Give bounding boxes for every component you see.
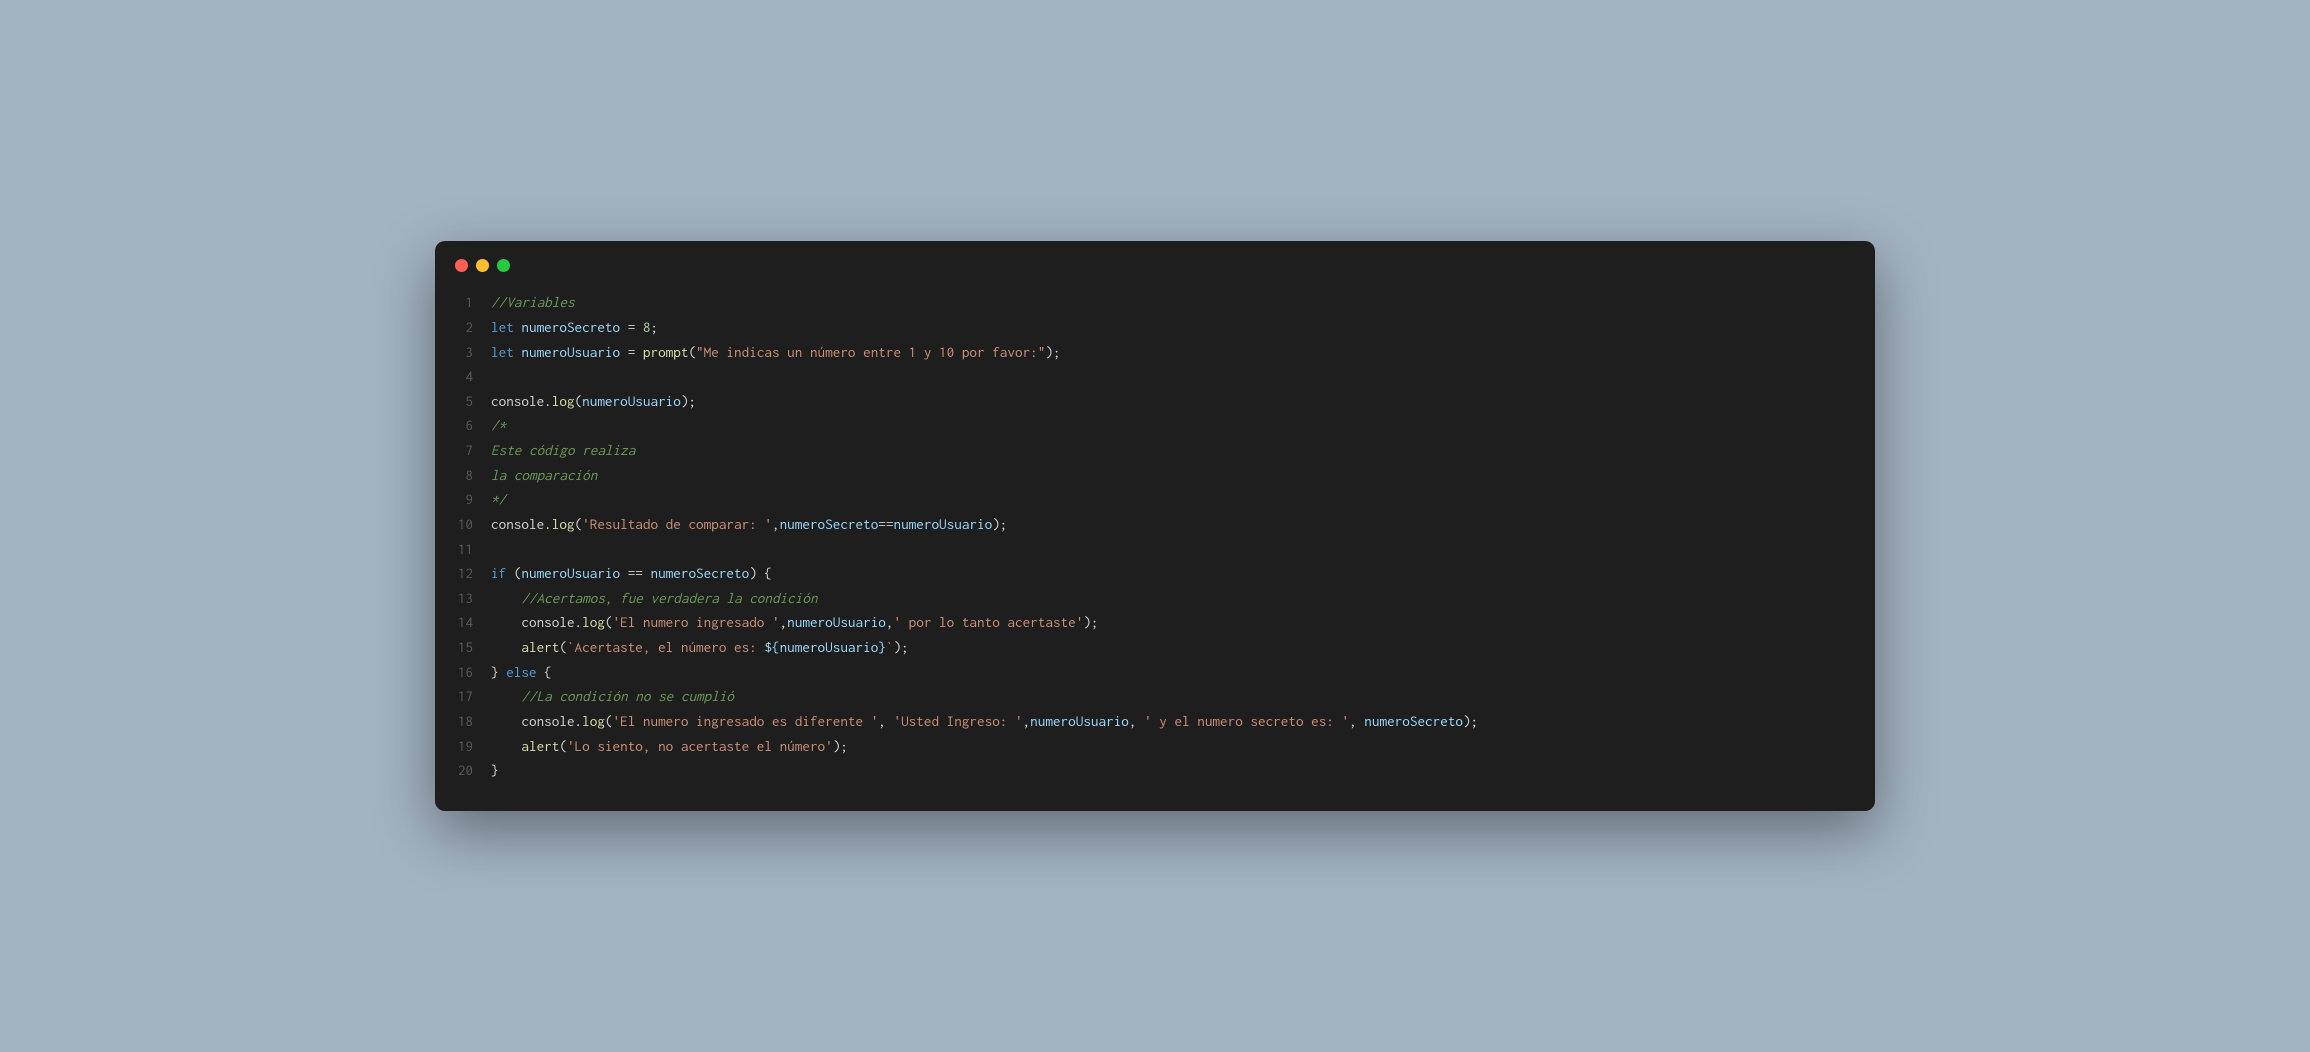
code-line: 4 bbox=[435, 364, 1875, 389]
line-number: 17 bbox=[435, 684, 491, 709]
line-number: 19 bbox=[435, 734, 491, 759]
line-code: let numeroUsuario = prompt("Me indicas u… bbox=[491, 340, 1061, 365]
line-number: 2 bbox=[435, 315, 491, 340]
line-code: */ bbox=[491, 487, 506, 512]
line-code: console.log('El numero ingresado es dife… bbox=[491, 709, 1478, 734]
line-code: /* bbox=[491, 413, 506, 438]
line-number: 10 bbox=[435, 512, 491, 537]
close-button[interactable] bbox=[455, 259, 468, 272]
line-number: 13 bbox=[435, 586, 491, 611]
line-number: 5 bbox=[435, 389, 491, 414]
line-code: console.log('El numero ingresado ',numer… bbox=[491, 610, 1099, 635]
code-line: 11 bbox=[435, 537, 1875, 562]
minimize-button[interactable] bbox=[476, 259, 489, 272]
line-code: Este código realiza bbox=[491, 438, 635, 463]
line-number: 8 bbox=[435, 463, 491, 488]
code-line: 7Este código realiza bbox=[435, 438, 1875, 463]
line-number: 14 bbox=[435, 610, 491, 635]
code-content[interactable]: 1//Variables2let numeroSecreto = 8;3let … bbox=[435, 284, 1875, 811]
line-code: //Acertamos, fue verdadera la condición bbox=[491, 586, 818, 611]
line-code: //La condición no se cumplió bbox=[491, 684, 734, 709]
line-number: 16 bbox=[435, 660, 491, 685]
code-line: 20} bbox=[435, 758, 1875, 783]
line-number: 11 bbox=[435, 537, 491, 562]
code-line: 18 console.log('El numero ingresado es d… bbox=[435, 709, 1875, 734]
line-number: 9 bbox=[435, 487, 491, 512]
line-number: 12 bbox=[435, 561, 491, 586]
line-number: 3 bbox=[435, 340, 491, 365]
code-line: 1//Variables bbox=[435, 290, 1875, 315]
line-code: //Variables bbox=[491, 290, 575, 315]
code-line: 14 console.log('El numero ingresado ',nu… bbox=[435, 610, 1875, 635]
line-number: 20 bbox=[435, 758, 491, 783]
code-line: 12if (numeroUsuario == numeroSecreto) { bbox=[435, 561, 1875, 586]
code-line: 6/* bbox=[435, 413, 1875, 438]
line-code: } else { bbox=[491, 660, 552, 685]
line-code bbox=[491, 537, 499, 562]
code-editor-window: 1//Variables2let numeroSecreto = 8;3let … bbox=[435, 241, 1875, 811]
code-line: 2let numeroSecreto = 8; bbox=[435, 315, 1875, 340]
line-code: alert(`Acertaste, el número es: ${numero… bbox=[491, 635, 909, 660]
code-line: 5console.log(numeroUsuario); bbox=[435, 389, 1875, 414]
code-line: 10console.log('Resultado de comparar: ',… bbox=[435, 512, 1875, 537]
window-titlebar bbox=[435, 241, 1875, 284]
code-line: 3let numeroUsuario = prompt("Me indicas … bbox=[435, 340, 1875, 365]
line-number: 4 bbox=[435, 364, 491, 389]
line-number: 6 bbox=[435, 413, 491, 438]
line-number: 1 bbox=[435, 290, 491, 315]
line-code: console.log(numeroUsuario); bbox=[491, 389, 696, 414]
code-line: 8la comparación bbox=[435, 463, 1875, 488]
line-number: 7 bbox=[435, 438, 491, 463]
code-line: 17 //La condición no se cumplió bbox=[435, 684, 1875, 709]
line-code: la comparación bbox=[491, 463, 597, 488]
code-line: 15 alert(`Acertaste, el número es: ${num… bbox=[435, 635, 1875, 660]
code-line: 13 //Acertamos, fue verdadera la condici… bbox=[435, 586, 1875, 611]
line-code: if (numeroUsuario == numeroSecreto) { bbox=[491, 561, 772, 586]
code-line: 9*/ bbox=[435, 487, 1875, 512]
line-code bbox=[491, 364, 499, 389]
line-code: console.log('Resultado de comparar: ',nu… bbox=[491, 512, 1007, 537]
maximize-button[interactable] bbox=[497, 259, 510, 272]
code-line: 19 alert('Lo siento, no acertaste el núm… bbox=[435, 734, 1875, 759]
line-number: 15 bbox=[435, 635, 491, 660]
line-number: 18 bbox=[435, 709, 491, 734]
line-code: let numeroSecreto = 8; bbox=[491, 315, 658, 340]
line-code: } bbox=[491, 758, 499, 783]
code-line: 16} else { bbox=[435, 660, 1875, 685]
line-code: alert('Lo siento, no acertaste el número… bbox=[491, 734, 848, 759]
